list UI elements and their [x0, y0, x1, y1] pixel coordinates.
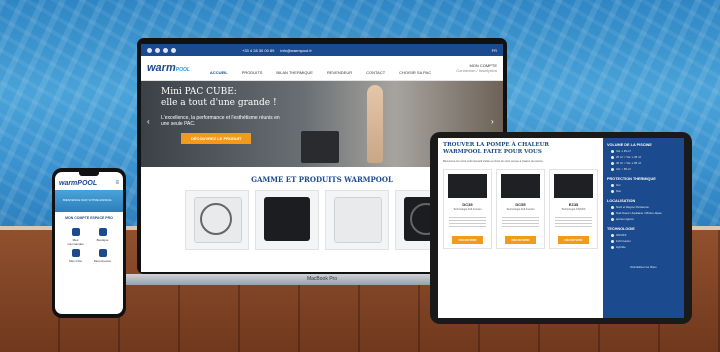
product-specs — [449, 215, 486, 230]
facebook-icon[interactable] — [147, 47, 152, 53]
site-logo[interactable]: warmPOOL — [147, 62, 190, 74]
tile-orders[interactable]: Mes commandes — [65, 228, 86, 246]
filter-option[interactable]: Hybride — [611, 245, 680, 249]
email-link[interactable]: info@warmpool.fr — [280, 48, 311, 53]
main-nav: warmPOOL ACCUEIL PRODUITS BILAN THERMIQU… — [141, 56, 503, 81]
tablet: TROUVER LA POMPE À CHALEUR WARMPOOL FAITE… — [430, 132, 692, 324]
phone: warmPOOL ≡ BIENVENUE SUR VOTRE ESPACE MO… — [52, 168, 126, 318]
carousel-next[interactable]: › — [491, 117, 494, 126]
tablet-cards: DC35 Technologie Full Inverter DÉCOUVRIR… — [443, 169, 598, 250]
discover-button[interactable]: DÉCOUVRIR — [505, 236, 536, 245]
filter-option[interactable]: Full Inverter — [611, 239, 680, 243]
tablet-website: TROUVER LA POMPE À CHALEUR WARMPOOL FAITE… — [438, 138, 684, 318]
nav-menu: ACCUEIL PRODUITS BILAN THERMIQUE REVENDE… — [210, 70, 431, 75]
hero-text: L'excellence, la performance et l'esthét… — [161, 115, 280, 127]
phone-number[interactable]: +33 4 28 30 00 89 — [242, 48, 274, 53]
product-card[interactable]: DC35 Technologie Full Inverter DÉCOUVRIR — [443, 169, 492, 250]
nav-item-revendeur[interactable]: REVENDEUR — [327, 70, 352, 75]
linkedin-icon[interactable] — [155, 47, 160, 53]
instagram-icon[interactable] — [163, 47, 168, 53]
product-tech: Technologie Full Inverter — [453, 208, 482, 212]
discover-button[interactable]: DÉCOUVRIR — [558, 236, 589, 245]
filter-option[interactable]: ON/OFF — [611, 233, 680, 237]
product-image — [264, 197, 310, 241]
filter-option[interactable]: Sud-Ouest / Aquitaine / Rhône-Alpes — [611, 211, 680, 215]
hero-title: Mini PAC CUBE: elle a tout d'une grande ! — [161, 87, 277, 108]
product-image — [501, 174, 540, 199]
phone-notch — [79, 172, 99, 176]
nav-item-contact[interactable]: CONTACT — [366, 70, 385, 75]
product-image — [554, 174, 593, 199]
product-image — [334, 197, 382, 243]
logout-icon — [98, 249, 107, 257]
tile-info[interactable]: Mes infos — [65, 249, 86, 263]
basket-icon — [98, 228, 107, 236]
filter-option[interactable]: Non — [611, 189, 680, 193]
tablet-intro: Bienvenue sur notre outil interactif d'a… — [443, 160, 544, 163]
phone-website: warmPOOL ≡ BIENVENUE SUR VOTRE ESPACE MO… — [55, 172, 123, 314]
filter-heading-volume: VOLUME DE LA PISCINE — [607, 143, 652, 147]
nav-item-choisir[interactable]: CHOISIR SA PAC — [399, 70, 431, 75]
filter-option[interactable]: autres régions — [611, 217, 680, 221]
product-scene: +33 4 28 30 00 89 info@warmpool.fr FR wa… — [0, 0, 720, 352]
product-card[interactable]: EZ35 Technologie ON/OFF DÉCOUVRIR — [549, 169, 598, 250]
phone-hero-text: BIENVENUE SUR VOTRE ESPACE — [63, 198, 112, 202]
filter-option[interactable]: Nord et Région Parisienne — [611, 205, 680, 209]
language-switch[interactable]: FR — [492, 48, 497, 53]
document-icon — [71, 249, 80, 257]
tablet-main: TROUVER LA POMPE À CHALEUR WARMPOOL FAITE… — [438, 138, 603, 318]
nav-item-produits[interactable]: PRODUITS — [242, 70, 263, 75]
product-specs — [555, 215, 592, 230]
product-name: DC35 — [462, 202, 473, 208]
filter-heading-location: LOCALISATION — [607, 199, 636, 203]
tile-shop[interactable]: Boutique — [92, 228, 113, 246]
filter-option[interactable]: 25 m³ < Vol. ≤ 45 m³ — [611, 155, 680, 159]
product-card[interactable] — [325, 190, 389, 250]
discover-product-button[interactable]: DÉCOUVREZ LE PRODUIT — [181, 133, 252, 144]
product-card[interactable]: DC55 Technologie Full Inverter DÉCOUVRIR — [496, 169, 545, 250]
product-name: EZ35 — [568, 202, 579, 208]
carousel-prev[interactable]: ‹ — [147, 117, 150, 126]
product-image — [448, 174, 487, 199]
hero-model-image — [367, 85, 383, 163]
tile-logout[interactable]: Déconnexion — [92, 249, 113, 263]
hamburger-icon[interactable]: ≡ — [115, 180, 119, 186]
social-icons — [147, 47, 176, 53]
heat-pump-image — [301, 131, 339, 163]
phone-hero: BIENVENUE SUR VOTRE ESPACE — [55, 190, 123, 212]
filter-option[interactable]: Vol. ≤ 25 m³ — [611, 149, 680, 153]
reset-filters-link[interactable]: Réinitialiser les filtres — [607, 265, 680, 269]
product-tech: Technologie Full Inverter — [506, 208, 535, 212]
filter-option[interactable]: Vol. > 65 m³ — [611, 167, 680, 171]
phone-header: warmPOOL ≡ — [55, 176, 123, 190]
phone-title: MON COMPTE ESPACE PRO — [65, 216, 113, 220]
youtube-icon[interactable] — [171, 47, 176, 53]
top-bar: +33 4 28 30 00 89 info@warmpool.fr FR — [141, 44, 503, 56]
product-card[interactable] — [185, 190, 249, 250]
account-sub: Connexion / Inscription — [456, 68, 497, 73]
product-card[interactable] — [255, 190, 319, 250]
product-name: DC55 — [515, 202, 526, 208]
product-tech: Technologie ON/OFF — [561, 208, 586, 212]
filter-sidebar: VOLUME DE LA PISCINE Vol. ≤ 25 m³ 25 m³ … — [603, 138, 684, 318]
filter-option[interactable]: Oui — [611, 183, 680, 187]
tablet-title: TROUVER LA POMPE À CHALEUR WARMPOOL FAITE… — [443, 142, 549, 155]
filter-heading-technology: TECHNOLOGIE — [607, 227, 635, 231]
fan-icon — [200, 203, 232, 235]
filter-option[interactable]: 45 m³ < Vol. ≤ 65 m³ — [611, 161, 680, 165]
nav-item-accueil[interactable]: ACCUEIL — [210, 70, 228, 75]
phone-logo[interactable]: warmPOOL — [59, 180, 97, 187]
discover-button[interactable]: DÉCOUVRIR — [452, 236, 483, 245]
phone-tiles: Mes commandes Boutique Mes infos Déconne… — [55, 224, 123, 267]
account-link[interactable]: MON COMPTE Connexion / Inscription — [456, 63, 497, 73]
filter-heading-protection: PROTECTION THERMIQUE — [607, 177, 656, 181]
orders-icon — [71, 228, 80, 236]
product-specs — [502, 215, 539, 230]
nav-item-bilan[interactable]: BILAN THERMIQUE — [276, 70, 313, 75]
